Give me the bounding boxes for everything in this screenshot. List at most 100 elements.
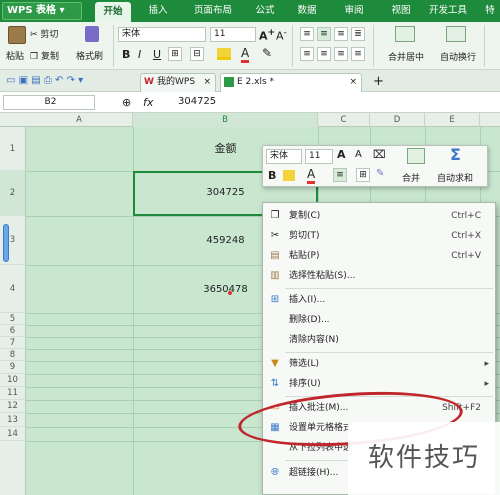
merge-cells-icon[interactable]: ⊟ (190, 47, 204, 61)
mini-autosum-label[interactable]: 自动求和 (437, 171, 473, 184)
close-icon[interactable]: × (203, 74, 211, 91)
submenu-arrow-icon: ▸ (484, 379, 489, 389)
scissors-icon: ✂ (270, 230, 280, 241)
menu-item-cut[interactable]: ✂ 剪切(T) Ctrl+X (263, 226, 495, 246)
tab-workbook-label: E 2.xls * (237, 77, 275, 87)
font-size-select[interactable]: 11 (210, 27, 256, 42)
row-header-1[interactable]: 1 (0, 127, 26, 171)
merge-center-label[interactable]: 合并居中 (388, 50, 424, 63)
app-menu-button[interactable]: WPS 表格 ▾ (2, 2, 82, 20)
align-top-icon[interactable]: ≡ (300, 27, 314, 41)
tab-view[interactable]: 视图 (385, 0, 417, 22)
column-header-a[interactable]: A (26, 113, 133, 127)
tab-my-wps[interactable]: W 我的WPS × (140, 73, 216, 92)
row-header-12[interactable]: 12 (0, 400, 26, 413)
column-header-c[interactable]: C (318, 113, 370, 127)
tab-insert[interactable]: 插入 (141, 0, 175, 22)
row-header-2[interactable]: 2 (0, 171, 26, 216)
row-header-4[interactable]: 4 (0, 265, 26, 313)
menu-item-clear-contents[interactable]: 清除内容(N) (263, 330, 495, 350)
row-header-14[interactable]: 14 (0, 427, 26, 441)
underline-button[interactable]: U (153, 48, 161, 61)
mini-border-icon[interactable]: ⊞ (356, 168, 370, 182)
column-header-b[interactable]: B (133, 113, 318, 127)
tab-more[interactable]: 特 (480, 0, 500, 22)
align-center-icon[interactable]: ≡ (317, 47, 331, 61)
font-color-icon[interactable]: A (241, 46, 250, 63)
wrap-text-icon[interactable] (446, 26, 466, 42)
column-header-d[interactable]: D (370, 113, 425, 127)
mini-bold-button[interactable]: B (268, 169, 276, 182)
insert-icon: ⊞ (270, 294, 280, 305)
cell-b2[interactable]: 304725 (133, 187, 318, 198)
menu-item-copy[interactable]: ❐ 复制(C) Ctrl+C (263, 206, 495, 226)
font-name-select[interactable]: 宋体 (118, 27, 206, 42)
mini-align-icon[interactable]: ≡ (333, 168, 347, 182)
mini-font-color-icon[interactable]: A (307, 167, 316, 184)
row-header-10[interactable]: 10 (0, 374, 26, 387)
sort-icon: ⇅ (270, 378, 280, 389)
wrap-text-label[interactable]: 自动换行 (440, 50, 476, 63)
zoom-icon[interactable]: ⊕ (122, 96, 131, 109)
bold-button[interactable]: B (122, 48, 130, 61)
quick-access-icons[interactable]: ▭ ▣ ▤ ⎙ ↶ ↷ ▾ (6, 75, 83, 86)
close-icon[interactable]: × (349, 74, 357, 91)
hyperlink-icon: 🌐︎ (271, 467, 279, 478)
border-icon[interactable]: ⊞ (168, 47, 182, 61)
tab-review[interactable]: 审阅 (338, 0, 370, 22)
row-header-9[interactable]: 9 (0, 361, 26, 374)
row-header-13[interactable]: 13 (0, 413, 26, 427)
mini-format-painter-icon[interactable]: ✎ (376, 168, 384, 179)
align-bottom-icon[interactable]: ≡ (334, 27, 348, 41)
menu-item-insert[interactable]: ⊞ 插入(I)... (263, 290, 495, 310)
formula-input[interactable]: 304725 (178, 96, 216, 107)
paste-icon[interactable] (8, 26, 26, 44)
row-header-6[interactable]: 6 (0, 325, 26, 337)
merge-center-icon[interactable] (395, 26, 415, 42)
clear-format-icon[interactable]: ✎ (262, 46, 272, 60)
copy-button[interactable]: ❐ 复制 (30, 49, 59, 62)
copy-icon: ❐ (30, 52, 39, 62)
mini-fill-color-icon[interactable] (283, 170, 295, 181)
menu-item-paste[interactable]: ▤ 粘贴(P) Ctrl+V (263, 246, 495, 266)
menu-item-paste-special[interactable]: ▥ 选择性粘贴(S)... (263, 266, 495, 286)
grow-font-icon[interactable]: A+ (259, 27, 275, 43)
mini-font-select[interactable]: 宋体 (266, 149, 302, 164)
paste-label[interactable]: 粘贴 (6, 49, 24, 62)
row-header-7[interactable]: 7 (0, 337, 26, 349)
format-painter-icon[interactable] (85, 26, 99, 42)
shrink-font-icon[interactable]: A- (276, 27, 287, 43)
cut-button[interactable]: ✂ 剪切 (30, 27, 58, 40)
new-tab-button[interactable]: + (373, 74, 384, 89)
format-painter-label[interactable]: 格式刷 (76, 49, 103, 62)
mini-shrink-font-icon[interactable]: A (355, 149, 362, 160)
function-button[interactable]: fx (143, 96, 153, 109)
justify-icon[interactable]: ≡ (351, 47, 365, 61)
mini-clear-icon[interactable]: ⌧ (373, 148, 386, 161)
fill-color-icon[interactable] (217, 48, 231, 60)
mini-merge-icon[interactable] (407, 148, 425, 164)
row-header-8[interactable]: 8 (0, 349, 26, 361)
align-middle-icon[interactable]: ≡ (317, 27, 331, 41)
menu-item-filter[interactable]: ▼ 筛选(L) ▸ (263, 354, 495, 374)
mini-grow-font-icon[interactable]: A (337, 148, 346, 161)
mini-merge-label[interactable]: 合并 (402, 171, 420, 184)
tab-page-layout[interactable]: 页面布局 (185, 0, 241, 22)
zoom-slider-handle[interactable] (3, 224, 9, 262)
align-left-icon[interactable]: ≡ (300, 47, 314, 61)
row-header-5[interactable]: 5 (0, 313, 26, 325)
tab-workbook[interactable]: E 2.xls * × (220, 73, 362, 92)
autosum-icon[interactable]: Σ (450, 145, 461, 164)
row-header-11[interactable]: 11 (0, 387, 26, 400)
name-box[interactable]: B2 (3, 95, 95, 110)
italic-button[interactable]: I (138, 48, 141, 61)
tab-home[interactable]: 开始 (95, 2, 131, 22)
tab-developer[interactable]: 开发工具 (420, 0, 476, 22)
menu-item-delete[interactable]: 删除(D)... (263, 310, 495, 330)
column-header-e[interactable]: E (425, 113, 480, 127)
tab-data[interactable]: 数据 (291, 0, 323, 22)
text-direction-icon[interactable]: ≣ (351, 27, 365, 41)
tab-formula[interactable]: 公式 (249, 0, 281, 22)
align-right-icon[interactable]: ≡ (334, 47, 348, 61)
mini-size-select[interactable]: 11 (305, 149, 333, 164)
